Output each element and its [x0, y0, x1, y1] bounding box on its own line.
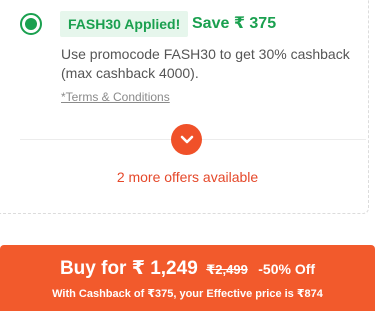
radio-selected-icon: [25, 18, 37, 30]
save-amount: Save ₹ 375: [192, 15, 277, 32]
offer-card: FASH30 Applied! Save ₹ 375 Use promocode…: [0, 0, 369, 214]
buy-button[interactable]: Buy for ₹ 1,249 ₹2,499 -50% Off With Cas…: [0, 245, 375, 311]
buy-price-row: Buy for ₹ 1,249 ₹2,499 -50% Off: [0, 257, 375, 280]
cashback-note: With Cashback of ₹375, your Effective pr…: [52, 288, 323, 300]
buy-label: Buy for ₹ 1,249: [59, 258, 198, 279]
mrp-price: ₹2,499: [206, 262, 248, 277]
offer-radio[interactable]: [20, 13, 42, 35]
applied-badge: FASH30 Applied!: [60, 11, 189, 37]
expand-offers-button[interactable]: [171, 124, 202, 155]
more-offers-link[interactable]: 2 more offers available: [0, 168, 375, 186]
chevron-down-icon: [180, 135, 193, 143]
offer-description: Use promocode FASH30 to get 30% cashback…: [61, 46, 350, 81]
discount-badge: -50% Off: [258, 261, 316, 277]
terms-link[interactable]: *Terms & Conditions: [61, 90, 170, 104]
